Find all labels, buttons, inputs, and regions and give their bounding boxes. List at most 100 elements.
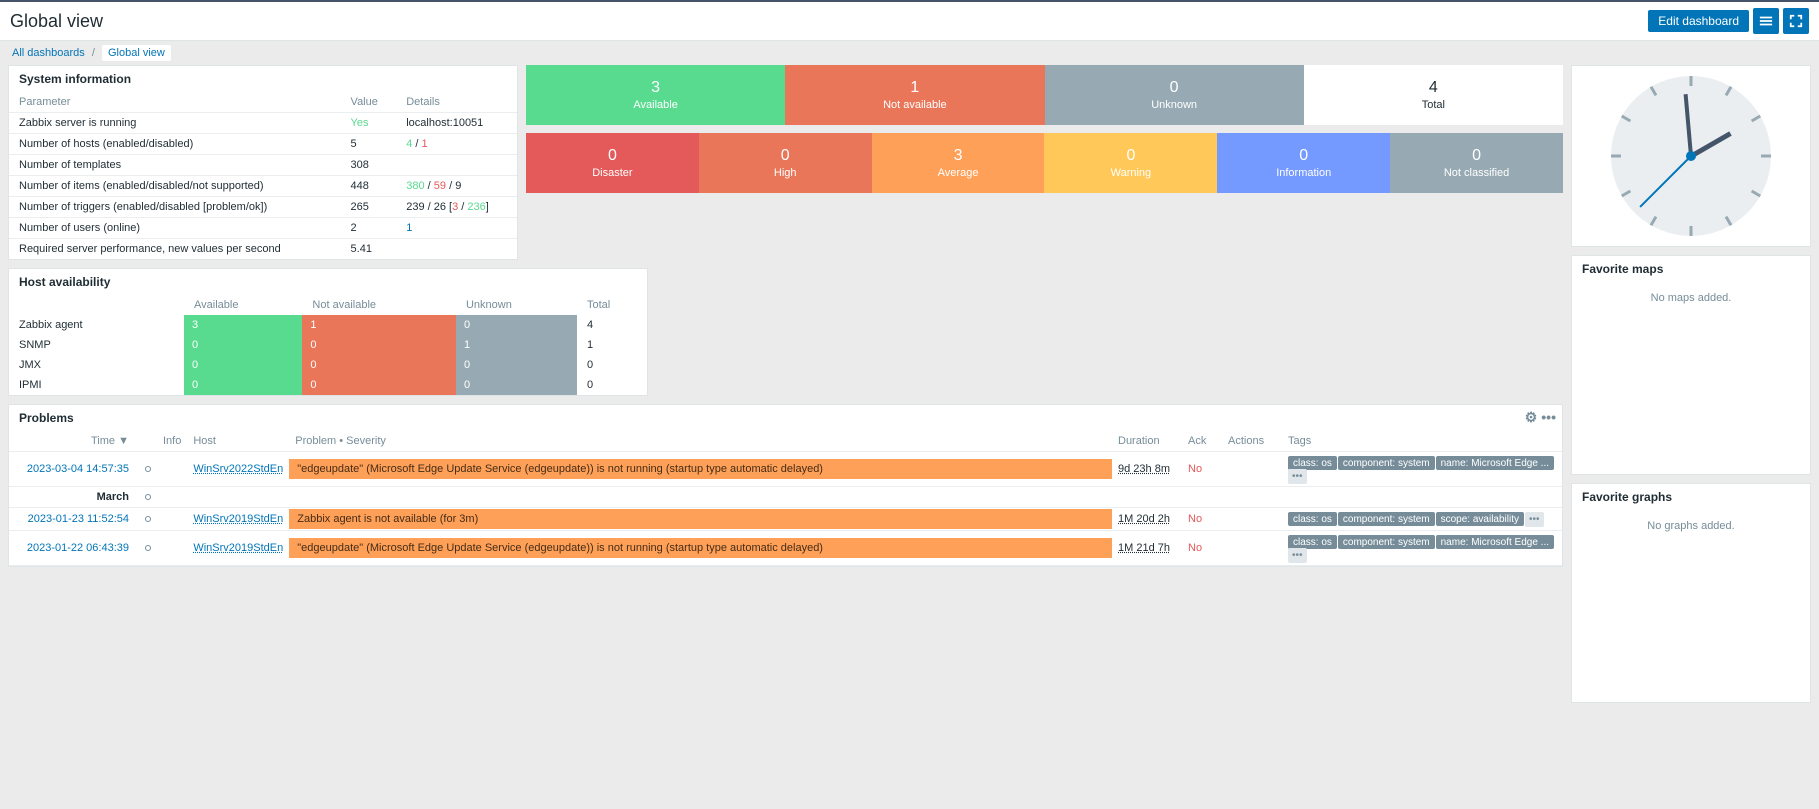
availability-cell[interactable]: 0 bbox=[456, 375, 577, 395]
tag-badge[interactable]: component: system bbox=[1338, 535, 1435, 549]
tags-cell: class: oscomponent: systemname: Microsof… bbox=[1282, 452, 1562, 487]
time-cell[interactable]: 2023-01-22 06:43:39 bbox=[9, 531, 135, 566]
favorite-graphs-widget: Favorite graphs No graphs added. bbox=[1571, 483, 1811, 703]
breadcrumb-all-dashboards[interactable]: All dashboards bbox=[12, 47, 85, 59]
row-label: IPMI bbox=[9, 375, 184, 395]
actions-cell bbox=[1222, 531, 1282, 566]
edit-dashboard-button[interactable]: Edit dashboard bbox=[1648, 10, 1749, 32]
row-label: Zabbix agent bbox=[9, 315, 184, 335]
tile-count: 1 bbox=[785, 79, 1044, 97]
availability-cell[interactable]: 0 bbox=[302, 375, 456, 395]
col-time[interactable]: Time ▼ bbox=[9, 431, 135, 452]
host-availability-table: Available Not available Unknown Total Za… bbox=[9, 295, 647, 395]
clock-tick bbox=[1751, 115, 1761, 123]
widget-title: System information bbox=[9, 66, 517, 92]
menu-icon-button[interactable] bbox=[1753, 8, 1779, 34]
table-row: Number of triggers (enabled/disabled [pr… bbox=[9, 197, 517, 218]
availability-cell[interactable]: 0 bbox=[456, 355, 577, 375]
time-cell[interactable]: 2023-03-04 14:57:35 bbox=[9, 452, 135, 487]
problem-cell[interactable]: "edgeupdate" (Microsoft Edge Update Serv… bbox=[289, 538, 1112, 558]
summary-tile[interactable]: 0Not classified bbox=[1390, 133, 1563, 193]
host-availability-widget: Host availability Available Not availabl… bbox=[8, 268, 648, 396]
col-problem[interactable]: Problem • Severity bbox=[289, 431, 1112, 452]
gear-icon[interactable]: ⚙ bbox=[1525, 409, 1538, 426]
tag-badge[interactable]: name: Microsoft Edge ... bbox=[1436, 456, 1554, 470]
actions-cell bbox=[1222, 508, 1282, 531]
breadcrumb-current[interactable]: Global view bbox=[102, 45, 171, 61]
summary-tile[interactable]: 3Average bbox=[872, 133, 1045, 193]
summary-tile[interactable]: 4Total bbox=[1304, 65, 1563, 125]
summary-tile[interactable]: 1 Not available bbox=[785, 65, 1044, 125]
summary-tile[interactable]: 0High bbox=[699, 133, 872, 193]
value-cell: 5.41 bbox=[341, 239, 397, 260]
tag-badge[interactable]: class: os bbox=[1288, 512, 1337, 526]
info-cell bbox=[157, 531, 187, 566]
summary-tile[interactable]: 3Available bbox=[526, 65, 785, 125]
col-ack[interactable]: Ack bbox=[1182, 431, 1222, 452]
total-cell: 1 bbox=[577, 335, 647, 355]
more-tags-button[interactable]: ••• bbox=[1525, 512, 1544, 527]
value-cell: 2 bbox=[341, 218, 397, 239]
availability-cell[interactable]: 0 bbox=[302, 335, 456, 355]
more-icon[interactable]: ••• bbox=[1541, 409, 1556, 426]
tag-badge[interactable]: class: os bbox=[1288, 456, 1337, 470]
col-tags[interactable]: Tags bbox=[1282, 431, 1562, 452]
tag-badge[interactable]: component: system bbox=[1338, 512, 1435, 526]
availability-cell[interactable]: 3 bbox=[184, 315, 302, 335]
availability-cell[interactable]: 1 bbox=[456, 335, 577, 355]
tag-badge[interactable]: class: os bbox=[1288, 535, 1337, 549]
tag-badge[interactable]: name: Microsoft Edge ... bbox=[1436, 535, 1554, 549]
param-cell: Number of items (enabled/disabled/not su… bbox=[9, 176, 341, 197]
summary-tile[interactable]: 0Warning bbox=[1044, 133, 1217, 193]
summary-tile[interactable]: 0Disaster bbox=[526, 133, 699, 193]
duration-cell[interactable]: 1M 21d 7h bbox=[1112, 531, 1182, 566]
col-parameter: Parameter bbox=[9, 92, 341, 113]
clock-tick bbox=[1611, 155, 1621, 158]
details-cell bbox=[396, 239, 517, 260]
availability-cell[interactable]: 0 bbox=[184, 355, 302, 375]
param-cell: Number of users (online) bbox=[9, 218, 341, 239]
clock-tick bbox=[1650, 216, 1658, 226]
col-info[interactable]: Info bbox=[157, 431, 187, 452]
clock-tick bbox=[1690, 76, 1693, 86]
availability-cell[interactable]: 0 bbox=[184, 375, 302, 395]
summary-tile[interactable]: 0Unknown bbox=[1045, 65, 1304, 125]
more-tags-button[interactable]: ••• bbox=[1288, 469, 1307, 484]
param-cell: Number of triggers (enabled/disabled [pr… bbox=[9, 197, 341, 218]
duration-cell[interactable]: 1M 20d 2h bbox=[1112, 508, 1182, 531]
availability-cell[interactable]: 0 bbox=[456, 315, 577, 335]
col-actions[interactable]: Actions bbox=[1222, 431, 1282, 452]
param-cell: Zabbix server is running bbox=[9, 113, 341, 134]
col-duration[interactable]: Duration bbox=[1112, 431, 1182, 452]
host-cell[interactable]: WinSrv2019StdEn bbox=[187, 508, 289, 531]
clock-minute-hand bbox=[1684, 94, 1693, 156]
time-cell[interactable]: 2023-01-23 11:52:54 bbox=[9, 508, 135, 531]
ack-cell[interactable]: No bbox=[1182, 531, 1222, 566]
details-cell: 239 / 26 [3 / 236] bbox=[396, 197, 517, 218]
date-divider: March bbox=[9, 487, 1562, 508]
more-tags-button[interactable]: ••• bbox=[1288, 548, 1307, 563]
availability-cell[interactable]: 0 bbox=[302, 355, 456, 375]
header-bar: Global view Edit dashboard bbox=[0, 0, 1819, 41]
param-cell: Number of hosts (enabled/disabled) bbox=[9, 134, 341, 155]
problem-cell[interactable]: "edgeupdate" (Microsoft Edge Update Serv… bbox=[289, 459, 1112, 479]
tag-badge[interactable]: scope: availability bbox=[1436, 512, 1524, 526]
col-total: Total bbox=[577, 295, 647, 315]
availability-cell[interactable]: 1 bbox=[302, 315, 456, 335]
host-cell[interactable]: WinSrv2022StdEn bbox=[187, 452, 289, 487]
availability-cell[interactable]: 0 bbox=[184, 335, 302, 355]
clock-second-hand bbox=[1639, 155, 1691, 207]
summary-tile[interactable]: 0Information bbox=[1217, 133, 1390, 193]
clock-tick bbox=[1725, 216, 1733, 226]
col-value: Value bbox=[341, 92, 397, 113]
duration-cell[interactable]: 9d 23h 8m bbox=[1112, 452, 1182, 487]
fullscreen-icon-button[interactable] bbox=[1783, 8, 1809, 34]
tag-badge[interactable]: component: system bbox=[1338, 456, 1435, 470]
host-cell[interactable]: WinSrv2019StdEn bbox=[187, 531, 289, 566]
ack-cell[interactable]: No bbox=[1182, 452, 1222, 487]
tile-label: Not available bbox=[883, 99, 947, 111]
problem-cell[interactable]: Zabbix agent is not available (for 3m) bbox=[289, 509, 1112, 529]
col-host[interactable]: Host bbox=[187, 431, 289, 452]
table-row: SNMP0011 bbox=[9, 335, 647, 355]
ack-cell[interactable]: No bbox=[1182, 508, 1222, 531]
